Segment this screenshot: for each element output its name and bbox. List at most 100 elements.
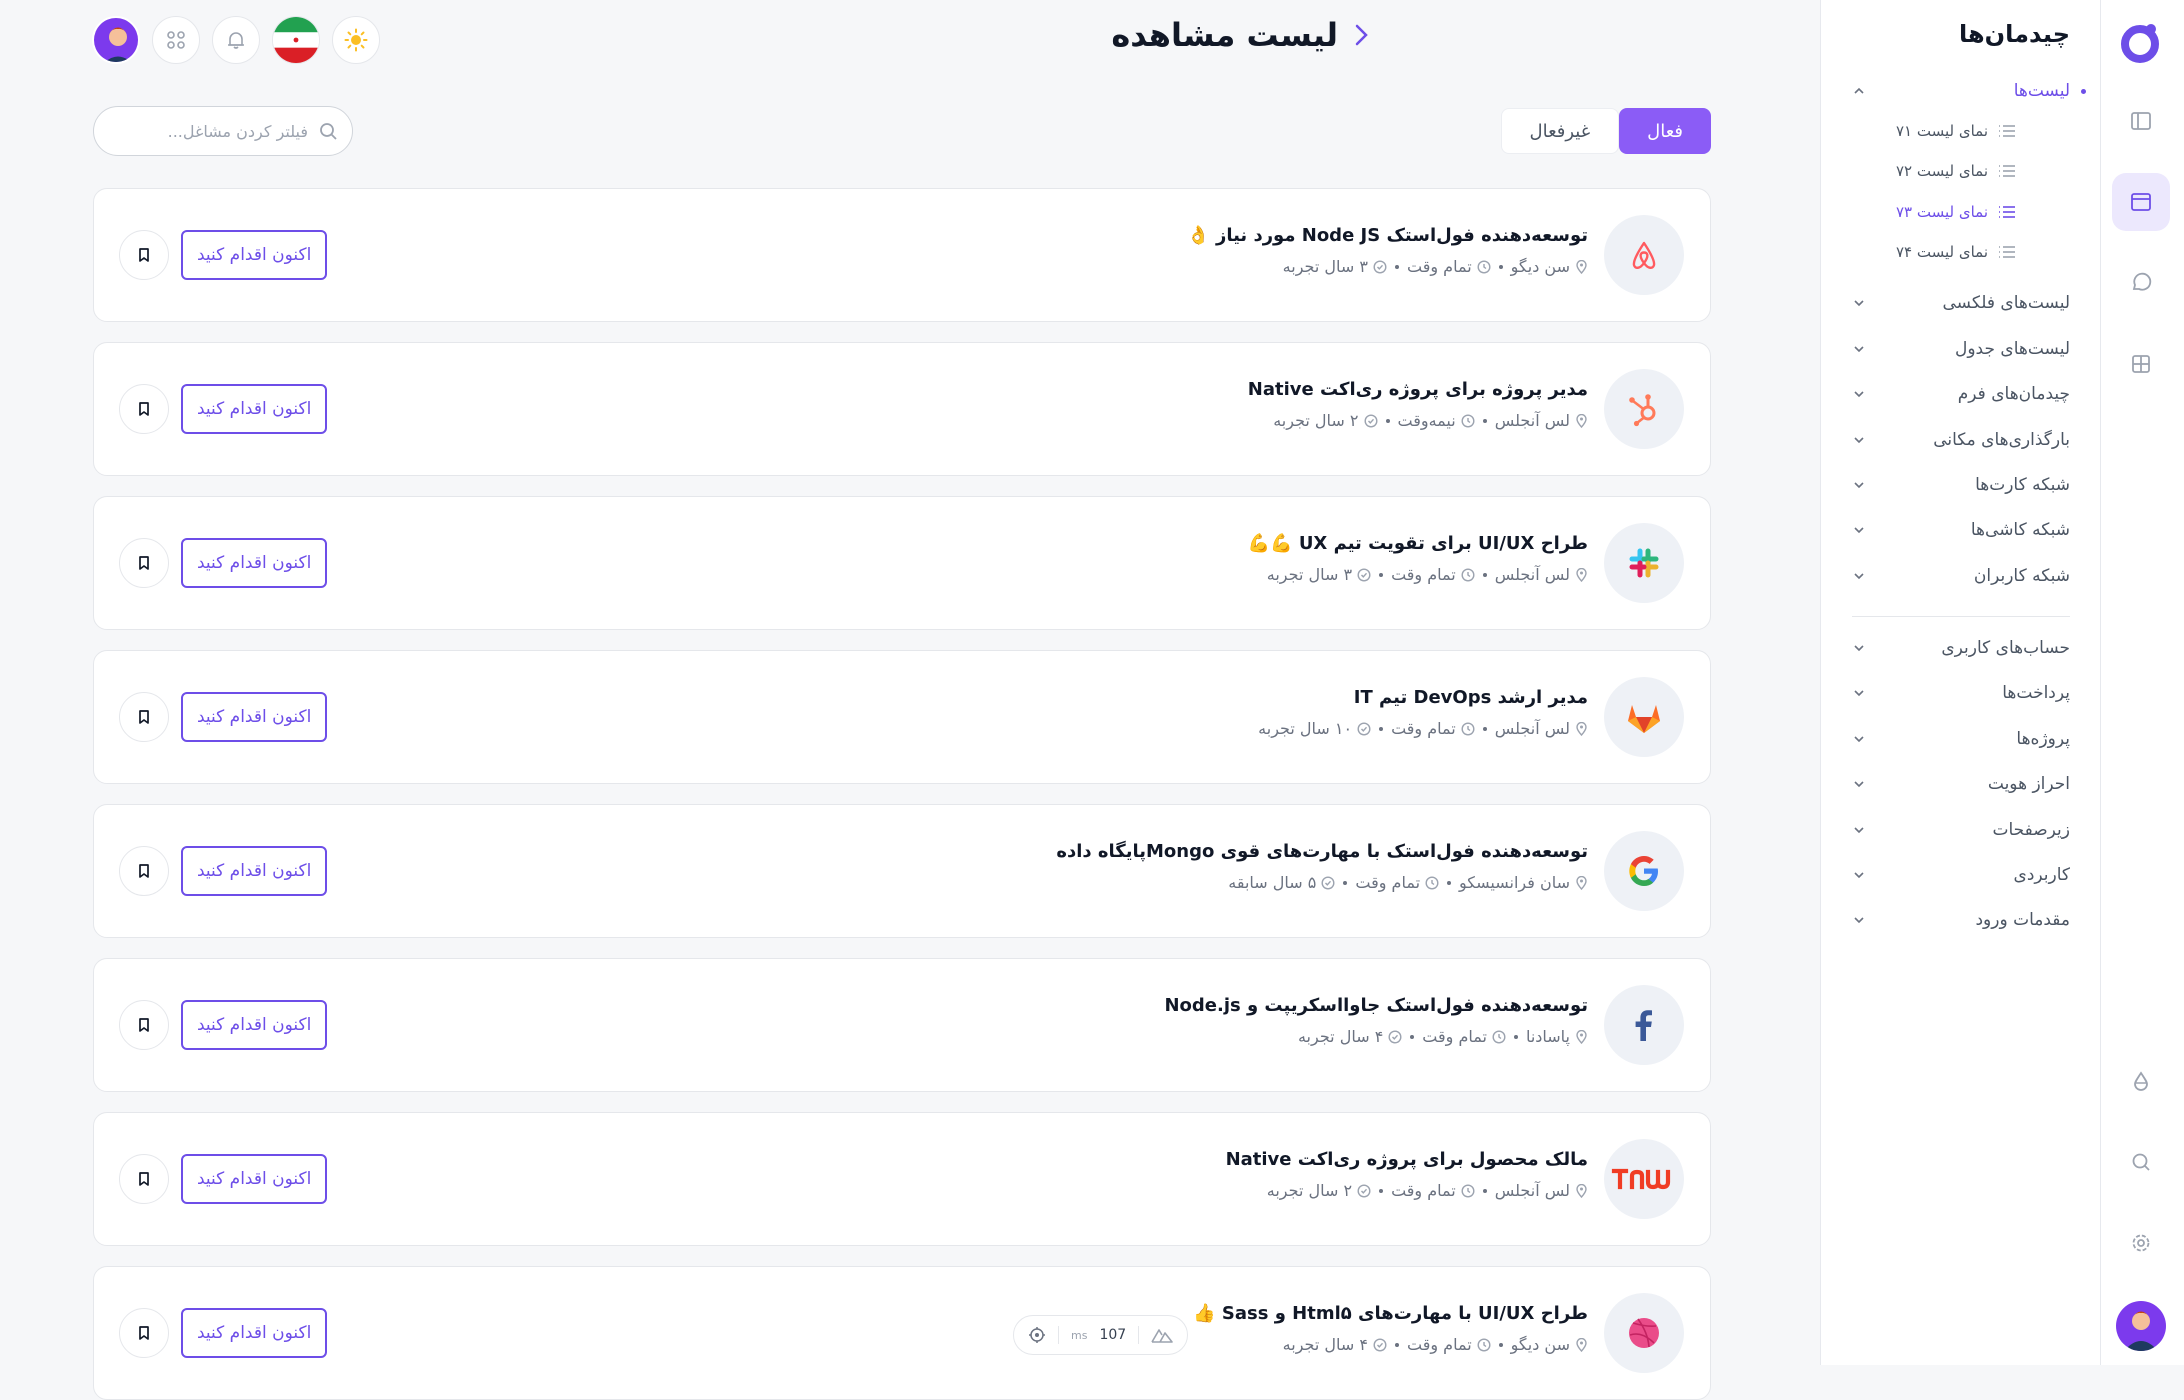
perf-widget[interactable]: ms 107 <box>1013 1315 1189 1355</box>
chevron-right-icon[interactable] <box>1350 21 1372 49</box>
app-logo[interactable] <box>2118 20 2162 64</box>
bookmark-icon[interactable] <box>119 1154 169 1204</box>
search-input[interactable] <box>118 121 308 141</box>
apply-now-button[interactable]: اکنون اقدام کنید <box>181 692 328 742</box>
sidebar-item-label: حساب‌های کاربری <box>1941 638 2070 658</box>
drop-icon[interactable] <box>2112 1052 2170 1110</box>
sidebar-item-label: لیست‌های جدول <box>1954 339 2070 359</box>
job-card: مدیر پروژه برای پروژه ری‌اکت Native لس آ… <box>93 342 1711 476</box>
job-title[interactable]: توسعه‌دهنده فول‌استک Node JS مورد نیاز 👌 <box>1187 225 1588 246</box>
sidebar-item-flex-lists[interactable]: لیست‌های فلکسی <box>1852 288 2070 318</box>
sidebar-item-auth[interactable]: احراز هویت <box>1852 769 2070 799</box>
chat-icon[interactable] <box>2112 254 2170 312</box>
sidebar-item-projects[interactable]: پروژه‌ها <box>1852 724 2070 754</box>
job-experience: ۲ سال تجربه <box>1273 411 1359 430</box>
job-card: طراح UI/UX با مهارت‌های Html۵ و Sass 👍 س… <box>93 1266 1711 1400</box>
iran-flag-icon[interactable] <box>272 16 320 64</box>
user-avatar[interactable] <box>2116 1301 2166 1351</box>
apply-now-button[interactable]: اکنون اقدام کنید <box>181 384 328 434</box>
job-location: سان فرانسیسکو <box>1459 873 1570 892</box>
location-pin-icon <box>1576 721 1587 736</box>
check-circle-icon <box>1388 1029 1402 1044</box>
tnw-logo-icon <box>1604 1139 1684 1219</box>
bookmark-icon[interactable] <box>119 846 169 896</box>
chevron-down-icon <box>1854 781 1864 788</box>
check-circle-icon <box>1357 1183 1371 1198</box>
job-title[interactable]: توسعه‌دهنده فول‌استک با مهارت‌های قوی Mo… <box>1056 841 1588 862</box>
tab-active[interactable]: فعال <box>1619 108 1711 154</box>
clock-icon <box>1461 567 1475 582</box>
location-pin-icon <box>1576 1183 1587 1198</box>
job-title[interactable]: طراح UI/UX برای تقویت تیم UX 💪💪 <box>1248 533 1588 554</box>
sidebar-subitem-list-74[interactable]: نمای لیست ۷۴ <box>1836 238 2016 266</box>
sidebar-item-tile-grid[interactable]: شبکه کاشی‌ها <box>1852 515 2070 545</box>
bookmark-icon[interactable] <box>119 538 169 588</box>
settings-gear-icon[interactable] <box>2112 1214 2170 1272</box>
sidebar-item-card-grid[interactable]: شبکه کارت‌ها <box>1852 470 2070 500</box>
bookmark-icon[interactable] <box>119 1000 169 1050</box>
job-title[interactable]: مدیر پروژه برای پروژه ری‌اکت Native <box>1248 379 1588 400</box>
page-title: لیست مشاهده <box>1111 16 1338 54</box>
sidebar-item-accounts[interactable]: حساب‌های کاربری <box>1852 633 2070 663</box>
crosshair-icon[interactable] <box>1028 1326 1046 1344</box>
clock-icon <box>1461 1183 1475 1198</box>
bookmark-icon[interactable] <box>119 384 169 434</box>
apply-now-button[interactable]: اکنون اقدام کنید <box>181 538 328 588</box>
apply-now-button[interactable]: اکنون اقدام کنید <box>181 1154 328 1204</box>
sidebar-subitem-list-71[interactable]: نمای لیست ۷۱ <box>1836 117 2016 145</box>
main-content: لیست مشاهده فعال غیرفعال توسعه‌دهنده فول… <box>0 0 1804 1400</box>
job-meta: پاسادنا تمام وقت ۴ سال تجربه <box>1298 1027 1588 1046</box>
airbnb-logo-icon <box>1604 215 1684 295</box>
job-card: توسعه‌دهنده فول‌استک با مهارت‌های قوی Mo… <box>93 804 1711 938</box>
sidebar-item-label: پرداخت‌ها <box>2002 683 2070 703</box>
perf-divider <box>1138 1326 1140 1344</box>
check-circle-icon <box>1357 567 1371 582</box>
sidebar-item-subpages[interactable]: زیرصفحات <box>1852 815 2070 845</box>
status-tabs: فعال غیرفعال <box>1500 108 1711 154</box>
bookmark-icon[interactable] <box>119 230 169 280</box>
sidebar-item-lists[interactable]: لیست‌ها <box>1852 76 2086 106</box>
sidebar-item-utility[interactable]: کاربردی <box>1852 860 2070 890</box>
job-title[interactable]: طراح UI/UX با مهارت‌های Html۵ و Sass 👍 <box>1193 1303 1588 1324</box>
apps-grid-icon[interactable] <box>152 16 200 64</box>
sidebar-item-label: شبکه کاربران <box>1973 566 2070 586</box>
apply-now-button[interactable]: اکنون اقدام کنید <box>181 846 328 896</box>
sidebar-item-payments[interactable]: پرداخت‌ها <box>1852 678 2070 708</box>
tab-inactive[interactable]: غیرفعال <box>1500 108 1620 154</box>
avatar[interactable] <box>92 16 140 64</box>
location-pin-icon <box>1576 259 1587 274</box>
bell-icon[interactable] <box>212 16 260 64</box>
job-type: تمام وقت <box>1406 1335 1472 1354</box>
sidebar-subitem-list-72[interactable]: نمای لیست ۷۲ <box>1836 157 2016 185</box>
job-title[interactable]: توسعه‌دهنده فول‌استک جاوااسکریپت و Node.… <box>1164 995 1588 1016</box>
sidebar-item-user-grid[interactable]: شبکه کاربران <box>1852 561 2070 591</box>
sidebar-item-onboarding[interactable]: مقدمات ورود <box>1852 905 2070 935</box>
job-type: تمام وقت <box>1391 719 1456 738</box>
sidebar-item-label: مقدمات ورود <box>1975 910 2070 930</box>
sun-icon[interactable] <box>332 16 380 64</box>
apply-now-button[interactable]: اکنون اقدام کنید <box>181 1308 328 1358</box>
bookmark-icon[interactable] <box>119 1308 169 1358</box>
apply-now-button[interactable]: اکنون اقدام کنید <box>181 230 328 280</box>
google-logo-icon <box>1604 831 1684 911</box>
sidebar-subitem-list-73[interactable]: نمای لیست ۷۳ <box>1836 198 2016 226</box>
search-icon <box>320 123 337 140</box>
sidebar-item-table-lists[interactable]: لیست‌های جدول <box>1852 334 2070 364</box>
slack-logo-icon <box>1604 523 1684 603</box>
job-title[interactable]: مالک محصول برای پروژه ری‌اکت Native <box>1226 1149 1588 1170</box>
grid-table-icon[interactable] <box>2112 335 2170 393</box>
sidebar-item-form-layouts[interactable]: چیدمان‌های فرم <box>1852 379 2070 409</box>
sidebar-subitem-label: نمای لیست ۷۱ <box>1895 122 1988 140</box>
job-meta: لس آنجلس تمام وقت ۳ سال تجربه <box>1267 565 1588 584</box>
search-icon[interactable] <box>2112 1133 2170 1191</box>
bookmark-icon[interactable] <box>119 692 169 742</box>
job-card: توسعه‌دهنده فول‌استک جاوااسکریپت و Node.… <box>93 958 1711 1092</box>
sidebar-subitem-label: نمای لیست ۷۳ <box>1895 203 1988 221</box>
sidebar-item-placeloads[interactable]: بارگذاری‌های مکانی <box>1852 425 2070 455</box>
clock-icon <box>1461 721 1475 736</box>
job-title[interactable]: مدیر ارشد DevOps تیم IT <box>1354 687 1588 708</box>
sidebar-item-label: احراز هویت <box>1987 774 2070 794</box>
sidebar-layout-icon[interactable] <box>2112 92 2170 150</box>
layouts-icon[interactable] <box>2112 173 2170 231</box>
apply-now-button[interactable]: اکنون اقدام کنید <box>181 1000 328 1050</box>
